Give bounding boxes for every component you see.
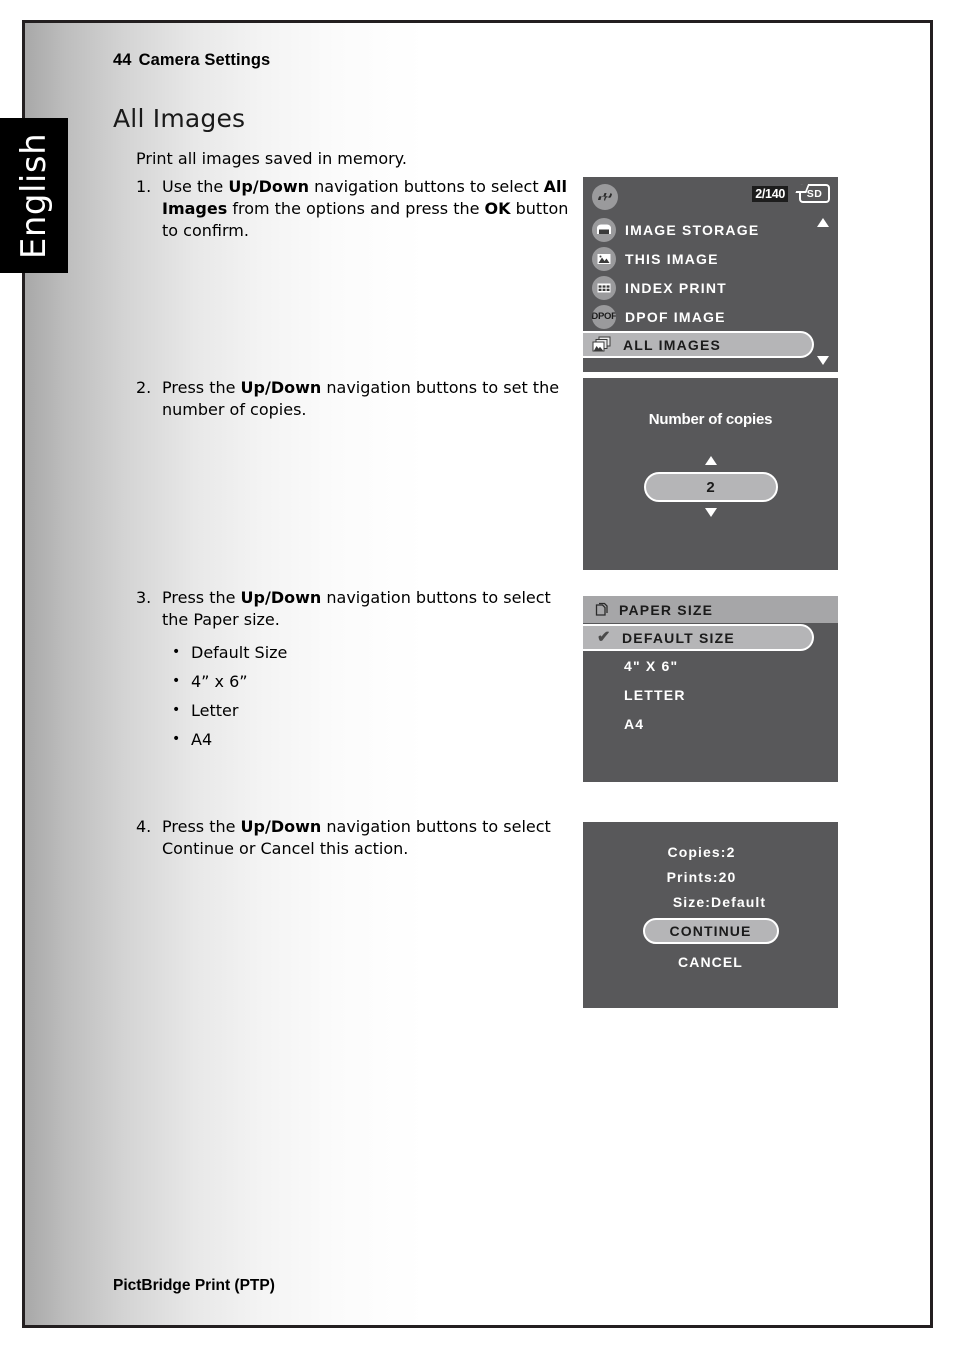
step-marker: 2.: [136, 378, 152, 397]
copies-title: Number of copies: [648, 411, 773, 428]
list-item: Default Size: [170, 638, 287, 667]
paper-option-label: 4" X 6": [624, 657, 679, 674]
paper-size-list: ✔ DEFAULT SIZE 4" X 6" LETTER A4: [583, 624, 838, 738]
cancel-button[interactable]: CANCEL: [583, 954, 838, 970]
summary-size: Size:Default: [672, 894, 767, 910]
page-footer: PictBridge Print (PTP): [113, 1277, 275, 1294]
step-item-3: 3. Press the Up/Down navigation buttons …: [136, 587, 576, 631]
language-tab-label: English: [14, 132, 54, 259]
step-text: Press the Up/Down navigation buttons to …: [162, 588, 551, 629]
paper-option-letter[interactable]: LETTER: [583, 680, 838, 709]
paper-size-header-label: PAPER SIZE: [619, 601, 714, 618]
menu-item-dpof-image[interactable]: DPOF DPOF IMAGE: [583, 302, 838, 331]
list-item: Letter: [170, 696, 287, 725]
lcd-status-bar: 2/140 SD: [583, 177, 838, 217]
sd-card-badge: SD: [799, 184, 830, 203]
paper-size-bullet-list: Default Size 4” x 6” Letter A4: [170, 638, 287, 754]
paper-option-a4[interactable]: A4: [583, 709, 838, 738]
step-text: Press the Up/Down navigation buttons to …: [162, 378, 560, 419]
menu-item-label: INDEX PRINT: [625, 279, 727, 296]
step-text: Press the Up/Down navigation buttons to …: [162, 817, 551, 858]
triangle-down-icon[interactable]: [704, 508, 717, 517]
step-marker: 4.: [136, 817, 152, 836]
list-item: 4” x 6”: [170, 667, 287, 696]
menu-item-this-image[interactable]: THIS IMAGE: [583, 244, 838, 273]
menu-item-index-print[interactable]: INDEX PRINT: [583, 273, 838, 302]
paper-option-default-size[interactable]: ✔ DEFAULT SIZE: [583, 624, 814, 651]
section-title: All Images: [113, 104, 246, 133]
paper-option-label: LETTER: [624, 686, 686, 703]
paper-option-label: DEFAULT SIZE: [622, 629, 735, 646]
paper-size-header: PAPER SIZE: [583, 596, 838, 623]
image-counter: 2/140: [752, 186, 788, 202]
continue-button[interactable]: CONTINUE: [642, 918, 779, 944]
dpof-icon: DPOF: [592, 304, 616, 329]
summary-copies: Copies:2: [667, 844, 736, 860]
step-text: Use the Up/Down navigation buttons to se…: [162, 177, 569, 240]
list-item: A4: [170, 725, 287, 754]
language-tab: English: [0, 118, 68, 273]
menu-item-label: IMAGE STORAGE: [625, 221, 760, 238]
triangle-up-icon[interactable]: [704, 456, 717, 465]
camera-mode-icon: [592, 184, 618, 210]
menu-item-label: ALL IMAGES: [623, 336, 722, 353]
step-marker: 1.: [136, 177, 152, 196]
paper-option-4x6[interactable]: 4" X 6": [583, 651, 838, 680]
menu-item-label: THIS IMAGE: [625, 250, 719, 267]
page-header: 44 Camera Settings: [113, 51, 270, 70]
print-source-menu: IMAGE STORAGE THIS IMAGE INDEX PRINT DPO…: [583, 215, 838, 358]
step-item-1: 1. Use the Up/Down navigation buttons to…: [136, 176, 576, 242]
camera-screen-print-summary: Copies:2 Prints:20 Size:Default CONTINUE…: [583, 822, 838, 1008]
paper-option-label: A4: [624, 715, 645, 732]
folder-icon: [592, 217, 616, 242]
check-icon: ✔: [597, 628, 611, 646]
section-intro: Print all images saved in memory.: [136, 149, 407, 168]
page-number: 44: [113, 51, 132, 69]
pages-icon: [593, 601, 611, 619]
dpof-icon-text: DPOF: [592, 311, 616, 322]
camera-screen-print-menu: 2/140 SD IMAGE STORAGE THIS IMAGE INDEX …: [583, 177, 838, 372]
step-item-4: 4. Press the Up/Down navigation buttons …: [136, 816, 576, 860]
menu-item-all-images[interactable]: ALL IMAGES: [583, 331, 814, 358]
manual-page-root: English 44 Camera Settings All Images Pri…: [0, 0, 954, 1350]
summary-prints: Prints:20: [666, 869, 737, 885]
grid-icon: [592, 275, 616, 300]
step-item-2: 2. Press the Up/Down navigation buttons …: [136, 377, 576, 421]
menu-item-label: DPOF IMAGE: [625, 308, 726, 325]
copies-value[interactable]: 2: [643, 472, 778, 502]
camera-screen-number-of-copies: Number of copies 2: [583, 378, 838, 570]
camera-screen-paper-size: PAPER SIZE ✔ DEFAULT SIZE 4" X 6" LETTER…: [583, 596, 838, 782]
page-header-title: Camera Settings: [138, 51, 271, 69]
step-marker: 3.: [136, 588, 152, 607]
photo-icon: [592, 246, 616, 271]
stacked-photos-icon: [590, 333, 614, 357]
menu-item-image-storage[interactable]: IMAGE STORAGE: [583, 215, 838, 244]
